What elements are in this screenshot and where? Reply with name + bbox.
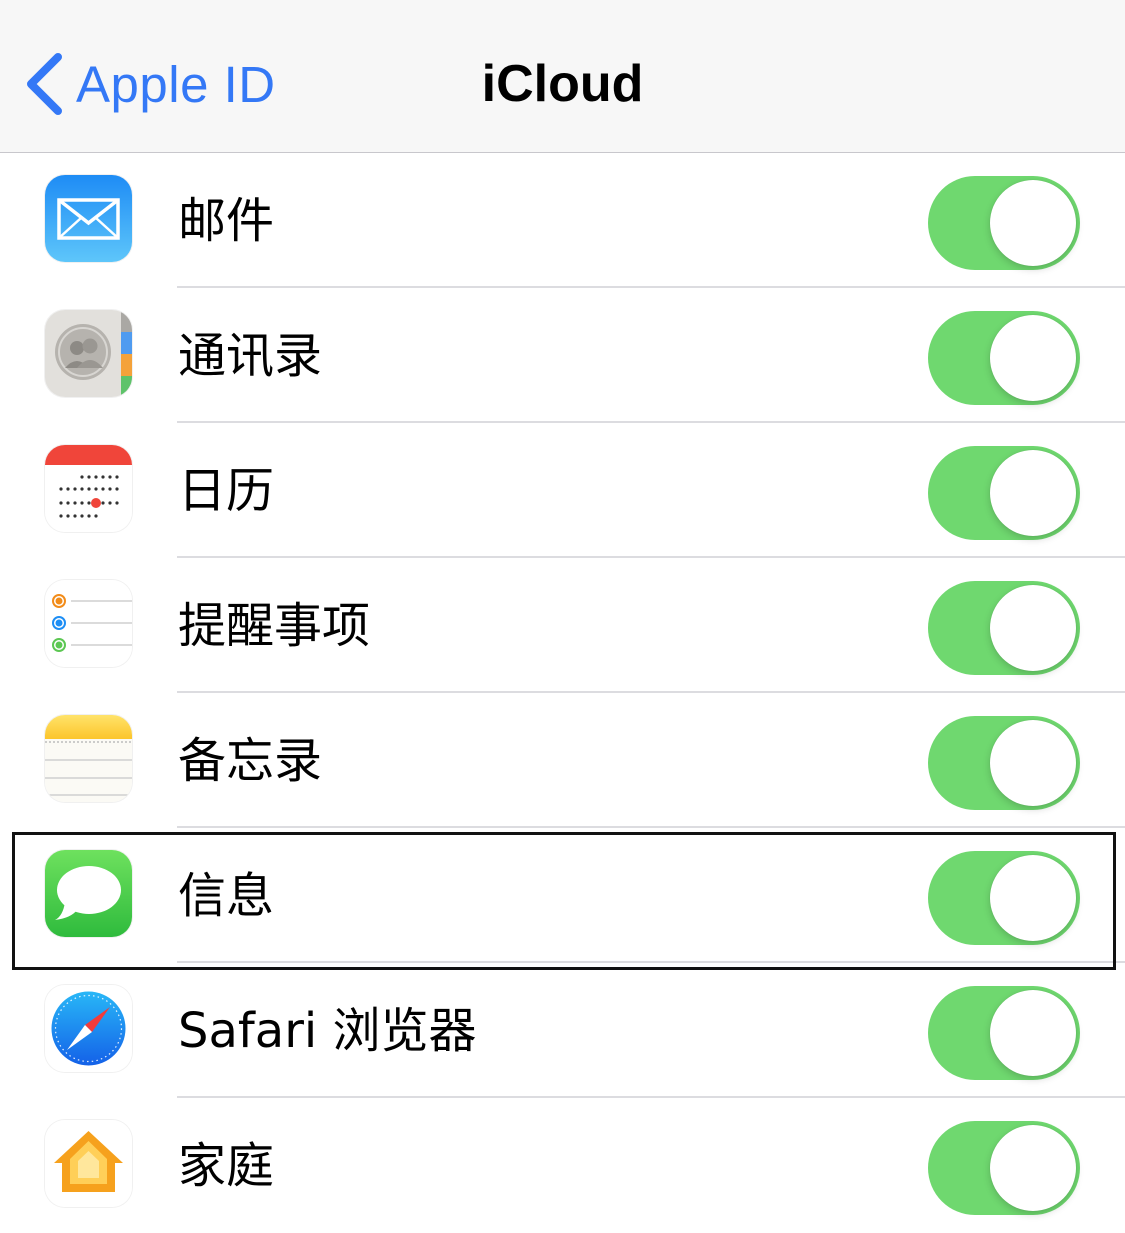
row-label: 提醒事项 [178, 598, 371, 654]
list-item-messages: 信息 [0, 828, 1125, 963]
icloud-apps-list: 邮件 通讯录 日历 提醒事项 备忘录 信息 Safari 浏览器 家庭 [0, 153, 1125, 1233]
list-item-reminders: 提醒事项 [0, 558, 1125, 693]
page-title: iCloud [481, 55, 644, 113]
list-item-mail: 邮件 [0, 153, 1125, 288]
list-item-home: 家庭 [0, 1098, 1125, 1233]
row-label: 日历 [178, 463, 275, 519]
notes-toggle[interactable] [928, 716, 1080, 810]
list-item-contacts: 通讯录 [0, 288, 1125, 423]
list-item-calendar: 日历 [0, 423, 1125, 558]
safari-icon [45, 985, 132, 1072]
row-label: Safari 浏览器 [178, 1003, 477, 1059]
messages-icon [45, 850, 132, 937]
toggle-knob [990, 180, 1076, 266]
toggle-knob [990, 990, 1076, 1076]
list-item-safari: Safari 浏览器 [0, 963, 1125, 1098]
navigation-bar: Apple ID iCloud [0, 0, 1125, 153]
row-label: 家庭 [178, 1138, 275, 1194]
mail-toggle[interactable] [928, 176, 1080, 270]
row-label: 通讯录 [178, 328, 323, 384]
mail-icon [45, 175, 132, 262]
contacts-toggle[interactable] [928, 311, 1080, 405]
toggle-knob [990, 855, 1076, 941]
home-icon [45, 1120, 132, 1207]
reminders-toggle[interactable] [928, 581, 1080, 675]
safari-toggle[interactable] [928, 986, 1080, 1080]
home-toggle[interactable] [928, 1121, 1080, 1215]
reminders-icon [45, 580, 132, 667]
row-label: 信息 [178, 868, 275, 924]
contacts-icon [45, 310, 132, 397]
toggle-knob [990, 315, 1076, 401]
notes-icon [45, 715, 132, 802]
messages-toggle[interactable] [928, 851, 1080, 945]
row-label: 邮件 [178, 193, 275, 249]
toggle-knob [990, 720, 1076, 806]
calendar-toggle[interactable] [928, 446, 1080, 540]
toggle-knob [990, 585, 1076, 671]
toggle-knob [990, 450, 1076, 536]
toggle-knob [990, 1125, 1076, 1211]
list-item-notes: 备忘录 [0, 693, 1125, 828]
calendar-icon [45, 445, 132, 532]
row-label: 备忘录 [178, 733, 323, 789]
